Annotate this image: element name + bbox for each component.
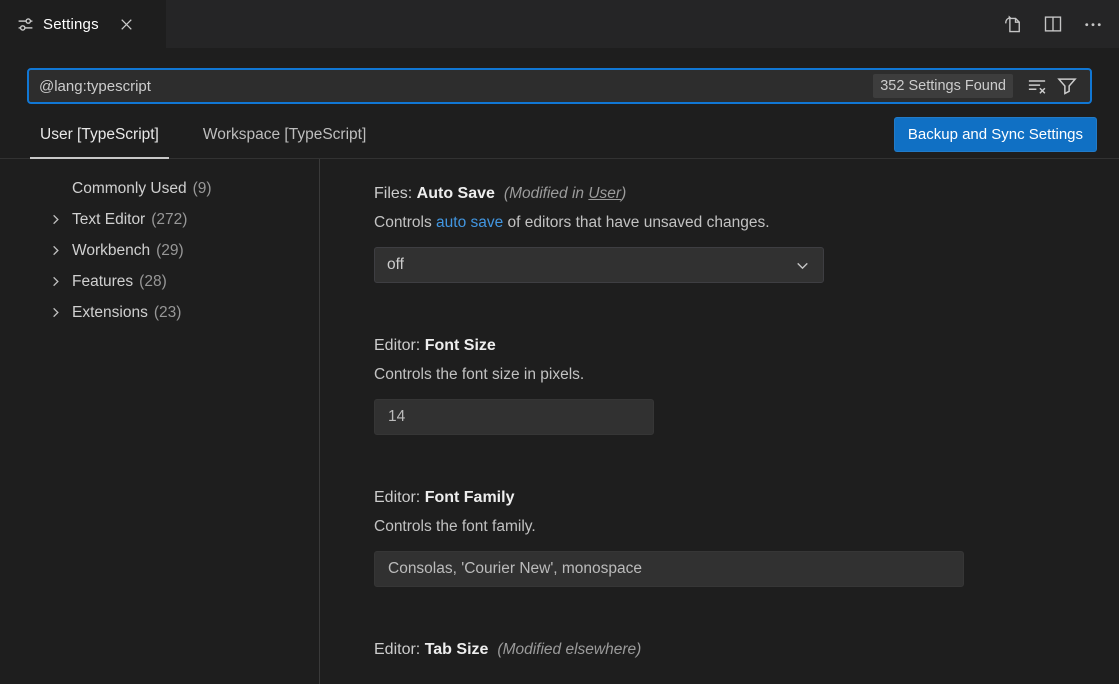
editor-actions (1003, 0, 1119, 48)
tab-workspace-settings[interactable]: Workspace [TypeScript] (193, 116, 376, 159)
setting-name: Tab Size (425, 641, 489, 658)
setting-description: Controls auto save of editors that have … (374, 214, 1089, 232)
auto-save-link[interactable]: auto save (436, 214, 503, 231)
tab-settings[interactable]: Settings (0, 0, 166, 48)
setting-category: Editor: (374, 337, 425, 354)
setting-editor-tab-size: Editor: Tab Size (Modified elsewhere) (374, 641, 1089, 659)
setting-editor-font-family: Editor: Font Family Controls the font fa… (374, 489, 1089, 587)
font-family-input[interactable]: Consolas, 'Courier New', monospace (374, 551, 964, 587)
toc-item-workbench[interactable]: Workbench (29) (0, 235, 319, 266)
toc-item-label: Workbench (72, 242, 150, 260)
search-row: @lang:typescript 352 Settings Found (0, 48, 1119, 104)
editor-tab-bar: Settings (0, 0, 1119, 48)
select-value: off (387, 256, 404, 274)
toc-item-count: (23) (154, 304, 182, 322)
toc-item-count: (272) (151, 211, 187, 229)
more-actions-icon[interactable] (1083, 14, 1103, 34)
toc-item-text-editor[interactable]: Text Editor (272) (0, 204, 319, 235)
modified-scope-link[interactable]: User (588, 185, 621, 202)
setting-editor-font-size: Editor: Font Size Controls the font size… (374, 337, 1089, 435)
vscode-settings-editor: Settings (0, 0, 1119, 684)
setting-category: Editor: (374, 641, 425, 658)
toc-item-label: Commonly Used (72, 180, 187, 198)
input-value: Consolas, 'Courier New', monospace (388, 560, 642, 578)
setting-name: Auto Save (417, 185, 495, 202)
setting-name: Font Size (425, 337, 496, 354)
settings-search-input[interactable]: @lang:typescript 352 Settings Found (27, 68, 1092, 104)
setting-description: Controls the font size in pixels. (374, 366, 1089, 384)
chevron-right-icon (48, 274, 72, 289)
toc-item-label: Text Editor (72, 211, 145, 229)
settings-list: Files: Auto Save (Modified in User) Contr… (320, 159, 1119, 684)
clear-settings-search-icon[interactable] (1022, 76, 1052, 96)
settings-sliders-icon (17, 16, 34, 33)
toc-item-count: (29) (156, 242, 184, 260)
setting-description: Controls the font family. (374, 518, 1089, 536)
settings-count-badge: 352 Settings Found (873, 74, 1013, 98)
split-editor-icon[interactable] (1043, 14, 1063, 34)
setting-files-auto-save: Files: Auto Save (Modified in User) Contr… (374, 185, 1089, 283)
search-query-text: @lang:typescript (39, 78, 873, 95)
tab-user-settings[interactable]: User [TypeScript] (30, 116, 169, 159)
auto-save-select[interactable]: off (374, 247, 824, 283)
toc-item-label: Features (72, 273, 133, 291)
setting-category: Editor: (374, 489, 425, 506)
toc-item-features[interactable]: Features (28) (0, 266, 319, 297)
setting-name: Font Family (425, 489, 515, 506)
close-tab-icon[interactable] (118, 16, 135, 33)
setting-title: Editor: Tab Size (Modified elsewhere) (374, 641, 1089, 659)
toc-item-count: (9) (193, 180, 212, 198)
scope-tabs: User [TypeScript] Workspace [TypeScript] (30, 116, 376, 158)
toc-item-commonly-used[interactable]: Commonly Used (9) (0, 173, 319, 204)
open-settings-json-icon[interactable] (1003, 14, 1023, 34)
chevron-right-icon (48, 243, 72, 258)
modified-indicator: (Modified elsewhere) (497, 641, 641, 658)
setting-title: Editor: Font Size (374, 337, 1089, 355)
filter-settings-icon[interactable] (1052, 76, 1082, 96)
chevron-right-icon (48, 305, 72, 320)
toc-item-label: Extensions (72, 304, 148, 322)
font-size-input[interactable]: 14 (374, 399, 654, 435)
chevron-right-icon (48, 212, 72, 227)
toc-item-extensions[interactable]: Extensions (23) (0, 297, 319, 328)
setting-title: Files: Auto Save (Modified in User) (374, 185, 1089, 203)
scope-tabs-row: User [TypeScript] Workspace [TypeScript]… (0, 116, 1119, 159)
modified-indicator: (Modified in User) (504, 185, 626, 202)
backup-sync-settings-button[interactable]: Backup and Sync Settings (894, 117, 1097, 152)
toc-item-count: (28) (139, 273, 167, 291)
tab-title: Settings (43, 16, 99, 33)
setting-title: Editor: Font Family (374, 489, 1089, 507)
settings-body: Commonly Used (9) Text Editor (272) Work… (0, 159, 1119, 684)
chevron-down-icon (794, 257, 811, 274)
setting-category: Files: (374, 185, 417, 202)
settings-toc: Commonly Used (9) Text Editor (272) Work… (0, 159, 320, 684)
input-value: 14 (388, 408, 405, 426)
